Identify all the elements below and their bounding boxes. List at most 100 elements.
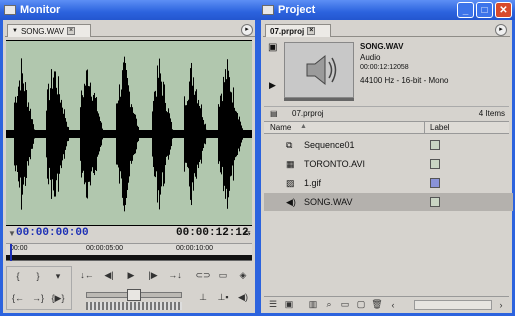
previous-marker-button[interactable]: ↓←: [78, 268, 96, 282]
panel-menu-button[interactable]: ▸: [241, 24, 253, 36]
shuttle-slider[interactable]: [86, 289, 182, 301]
list-item-toronto-avi[interactable]: ▦ TORONTO.AVI: [264, 155, 513, 173]
close-button[interactable]: ✕: [495, 2, 512, 18]
play-in-to-out-button[interactable]: {▶}: [49, 291, 67, 305]
project-titlebar[interactable]: Project _ □ ✕: [258, 0, 515, 20]
maximize-button[interactable]: □: [476, 2, 493, 18]
scroll-right-icon[interactable]: ›: [494, 299, 508, 311]
next-marker-button[interactable]: →↓: [166, 268, 184, 282]
loop-button[interactable]: ⊂⊃: [194, 268, 212, 282]
icon-view-icon[interactable]: ▣: [282, 299, 296, 311]
item-name: SONG.WAV: [304, 197, 353, 207]
new-item-icon[interactable]: ▢: [354, 299, 368, 311]
play-preview-button[interactable]: ▶: [269, 80, 276, 91]
audio-waveform: [6, 40, 252, 226]
close-tab-icon[interactable]: ×: [67, 27, 76, 35]
monitor-titlebar[interactable]: Monitor: [0, 0, 258, 20]
list-view-icon[interactable]: ☰: [266, 299, 280, 311]
time-ruler[interactable]: 00:00 00:00:05:00 00:00:10:00: [6, 243, 252, 261]
monitor-panel: ▼ SONG.WAV × ▸ ▼ 00:00:00:00 00:00:12:12…: [0, 20, 258, 316]
panel-menu-button[interactable]: ▸: [495, 24, 507, 36]
monitor-title: Monitor: [20, 4, 61, 16]
clip-duration: 00:00:12:12058: [360, 64, 409, 71]
clip-type: Audio: [360, 53, 381, 62]
monitor-tabbar: ▼ SONG.WAV × ▸: [5, 23, 255, 37]
go-to-in-point-button[interactable]: {←: [9, 291, 27, 305]
shuttle-handle[interactable]: [127, 289, 141, 301]
project-title: Project: [278, 4, 316, 16]
marker-controls-group: { } ▾ {← →} {▶}: [6, 266, 72, 310]
bin-path-row: ▤ 07.prproj 4 Items: [264, 106, 509, 120]
set-out-point-button[interactable]: }: [29, 269, 47, 283]
label-swatch: [430, 197, 440, 207]
list-item-sequence01[interactable]: ⧉ Sequence01: [264, 136, 513, 154]
app-icon: [4, 5, 16, 15]
clip-name: SONG.WAV: [360, 42, 404, 51]
image-icon: ▨: [286, 177, 295, 188]
tab-song-wav[interactable]: ▼ SONG.WAV ×: [7, 24, 91, 37]
set-in-point-button[interactable]: {: [9, 269, 27, 283]
playhead-marker-icon: ▼: [8, 229, 16, 238]
find-icon[interactable]: ⌕: [322, 299, 336, 311]
extract-button[interactable]: ⊥▪: [214, 290, 232, 304]
sort-ascending-icon: ▲: [300, 123, 307, 130]
automate-to-sequence-icon[interactable]: ▥: [306, 299, 320, 311]
tab-label: 07.prproj: [270, 26, 305, 36]
label-swatch: [430, 178, 440, 188]
monitor-window: Monitor ▼ SONG.WAV × ▸ ▼ 00:00:00:00 00:…: [0, 0, 258, 316]
audio-icon: ◀): [286, 196, 296, 207]
column-label-header[interactable]: Label: [430, 123, 450, 132]
column-name-header[interactable]: Name: [270, 123, 291, 132]
output-button[interactable]: ◈: [234, 268, 252, 282]
timecode-row: ▼ 00:00:00:00 00:00:12:12 ⇆: [6, 227, 252, 241]
zoom-bar[interactable]: [6, 255, 252, 260]
play-button[interactable]: ▶: [122, 268, 140, 282]
project-window: Project _ □ ✕ 07.prproj × ▸ ▣ ▶ SONG.WAV…: [258, 0, 515, 316]
poster-frame-icon[interactable]: ▣: [268, 42, 277, 53]
close-tab-icon[interactable]: ×: [307, 27, 316, 35]
transport-controls: { } ▾ {← →} {▶} ↓← ◀| ▶ |▶ →↓ ⊂⊃ ▭ ◈ ⊥ ⊥…: [6, 264, 252, 314]
label-swatch: [430, 159, 440, 169]
item-name: TORONTO.AVI: [304, 159, 366, 169]
preview-scrub-bar[interactable]: [284, 98, 354, 101]
new-bin-icon[interactable]: ▭: [338, 299, 352, 311]
project-tabbar: 07.prproj × ▸: [263, 23, 510, 37]
list-item-1-gif[interactable]: ▨ 1.gif: [264, 174, 513, 192]
speaker-icon[interactable]: ◀): [234, 290, 252, 304]
bin-name: 07.prproj: [292, 109, 324, 118]
current-time[interactable]: 00:00:00:00: [16, 227, 89, 239]
project-bottom-toolbar: ☰ ▣ ▥ ⌕ ▭ ▢ 🗑 ‹ ›: [264, 296, 509, 312]
jog-disk[interactable]: [86, 302, 182, 310]
playhead[interactable]: [10, 244, 12, 261]
list-item-song-wav[interactable]: ◀) SONG.WAV: [264, 193, 513, 211]
go-to-out-point-button[interactable]: →}: [29, 291, 47, 305]
clip-format: 44100 Hz - 16-bit - Mono: [360, 76, 449, 85]
duration-time: 00:00:12:12: [176, 227, 249, 239]
lift-button[interactable]: ⊥: [194, 290, 212, 304]
item-name: Sequence01: [304, 140, 355, 150]
minimize-button[interactable]: _: [457, 2, 474, 18]
column-divider: [424, 122, 425, 133]
label-swatch: [430, 140, 440, 150]
safe-margins-button[interactable]: ▭: [214, 268, 232, 282]
column-headers: Name ▲ Label: [264, 121, 509, 134]
ruler-label-end: 00:00:10:00: [176, 245, 213, 252]
preview-area: ▣ ▶ SONG.WAV Audio 00:00:12:12058 44100 …: [264, 38, 509, 104]
safe-margins-icon[interactable]: ⇆: [244, 228, 251, 237]
waveform-graphic: [6, 56, 252, 212]
tab-label: SONG.WAV: [20, 26, 65, 36]
set-marker-button[interactable]: ▾: [49, 269, 67, 283]
window-buttons: _ □ ✕: [457, 2, 512, 18]
scroll-left-icon[interactable]: ‹: [386, 299, 400, 311]
item-name: 1.gif: [304, 178, 322, 188]
project-panel: 07.prproj × ▸ ▣ ▶ SONG.WAV Audio 00:00:1…: [258, 20, 515, 316]
horizontal-scrollbar[interactable]: [414, 300, 492, 310]
ruler-label-mid: 00:00:05:00: [86, 245, 123, 252]
clear-icon[interactable]: 🗑: [370, 299, 384, 311]
item-count: 4 Items: [478, 109, 505, 118]
tab-project[interactable]: 07.prproj ×: [265, 24, 331, 37]
ruler-label-start: 00:00: [10, 245, 28, 252]
project-item-list: ⧉ Sequence01 ▦ TORONTO.AVI ▨ 1.gif ◀) SO…: [264, 136, 513, 286]
step-back-button[interactable]: ◀|: [100, 268, 118, 282]
step-forward-button[interactable]: |▶: [144, 268, 162, 282]
